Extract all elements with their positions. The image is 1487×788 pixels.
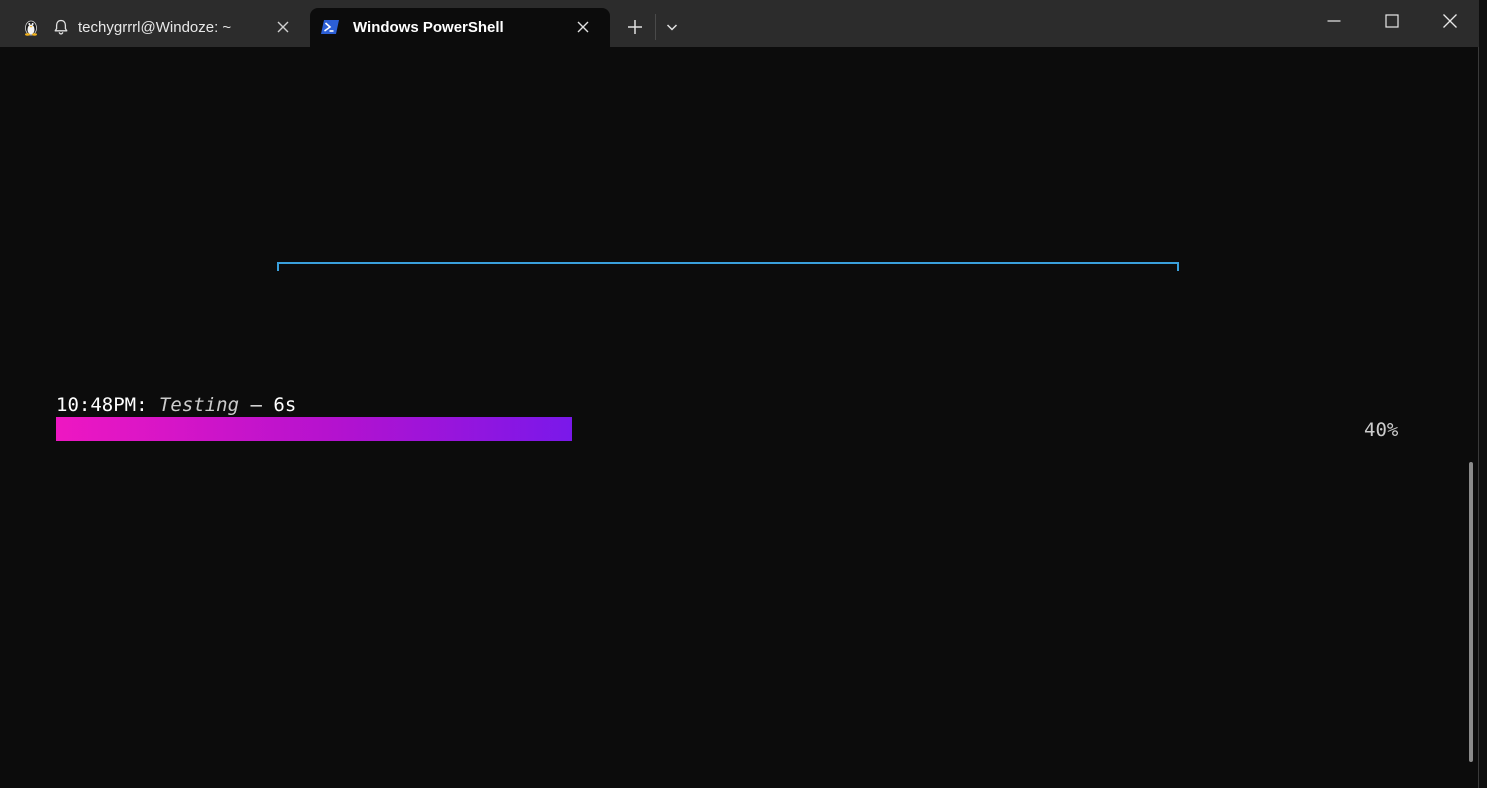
close-tab-icon[interactable]: [275, 19, 291, 35]
chevron-down-icon[interactable]: [661, 16, 683, 38]
tab-bar-separator: [655, 14, 656, 40]
progress-bracket: [277, 262, 1179, 271]
maximize-button[interactable]: [1363, 0, 1421, 42]
maximize-icon: [1385, 14, 1399, 28]
tab-bar: techygrrrl@Windoze: ~ Windows PowerShell: [0, 0, 1479, 47]
tab-powershell-label: Windows PowerShell: [353, 19, 504, 36]
terminal-window: techygrrrl@Windoze: ~ Windows PowerShell: [0, 0, 1479, 788]
minimize-button[interactable]: [1305, 0, 1363, 42]
time-stamp: 10:48PM: [56, 394, 137, 416]
activity-name: Testing: [158, 394, 240, 416]
progress-fill: [56, 417, 572, 441]
plus-icon[interactable]: [624, 16, 646, 38]
tab-wsl-label: techygrrrl@Windoze: ~: [78, 19, 232, 36]
tab-wsl[interactable]: techygrrrl@Windoze: ~: [10, 8, 306, 47]
close-icon: [1443, 14, 1457, 28]
tab-powershell[interactable]: Windows PowerShell: [310, 8, 610, 47]
close-window-button[interactable]: [1421, 0, 1479, 42]
minimize-icon: [1327, 20, 1341, 22]
progress-bar: [56, 417, 1346, 441]
desktop-edge: [1479, 0, 1487, 788]
progress-percent: 40%: [1364, 419, 1399, 441]
status-dash: –: [239, 394, 274, 416]
close-tab-icon[interactable]: [575, 19, 591, 35]
status-separator: :: [136, 394, 159, 416]
linux-penguin-icon: [22, 18, 40, 36]
bell-icon: [52, 18, 70, 36]
status-line: 10:48PM: Testing – 6s: [56, 394, 296, 416]
terminal-output[interactable]: 10:48PM: Testing – 6s 40%: [0, 47, 1479, 788]
scrollbar[interactable]: [1469, 462, 1473, 762]
powershell-icon: [320, 18, 339, 36]
elapsed-time: 6s: [273, 394, 297, 416]
